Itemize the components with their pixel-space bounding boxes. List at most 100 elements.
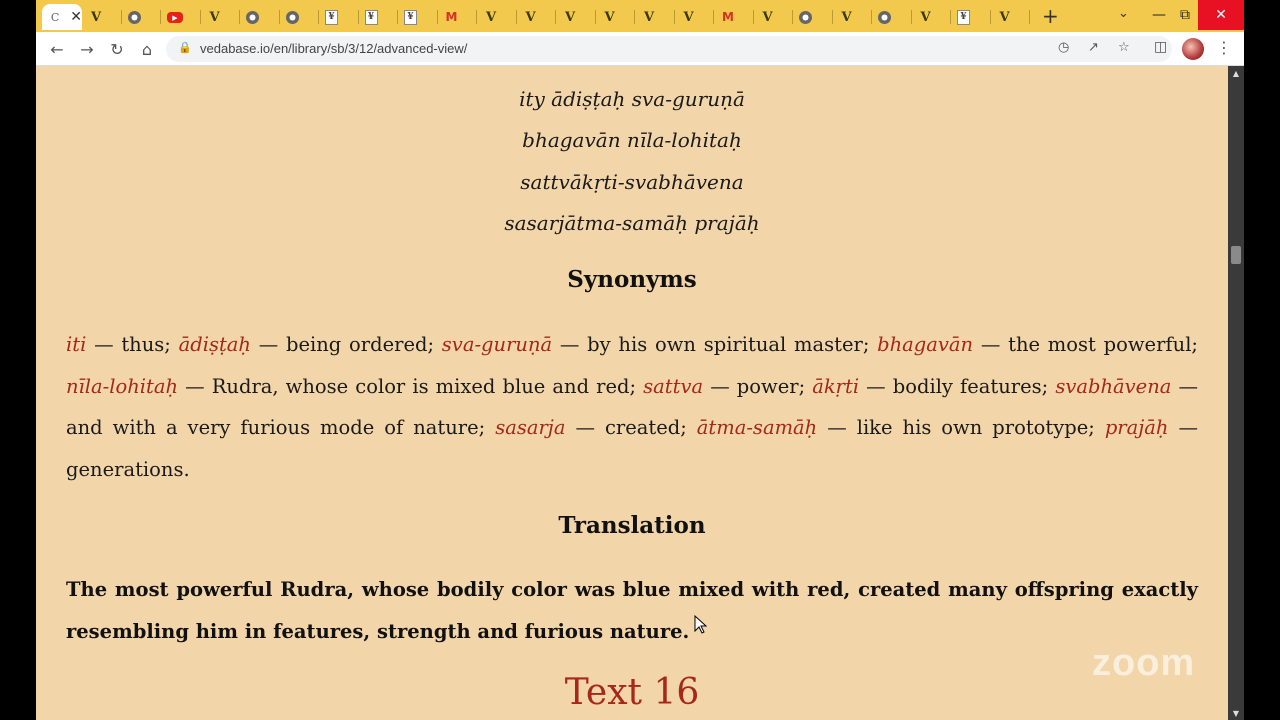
tab-9[interactable]: ¥ [398, 4, 438, 30]
verse-line: bhagavān nīla-lohitaḥ [522, 128, 742, 152]
vedabase-icon: V [841, 9, 852, 25]
home-icon[interactable]: ⌂ [136, 38, 158, 60]
tab-7[interactable]: ¥ [319, 4, 359, 30]
tab-16[interactable]: V [675, 4, 714, 30]
doc-icon: ¥ [364, 9, 378, 25]
mouse-cursor-icon [694, 615, 708, 634]
tab-6[interactable] [280, 4, 319, 30]
url-text[interactable]: vedabase.io/en/library/sb/3/12/advanced-… [200, 41, 467, 56]
tab-10[interactable]: M [438, 4, 477, 30]
vedabase-icon: V [920, 9, 931, 25]
generic-icon: C [50, 10, 60, 24]
synonym-word[interactable]: prajāḥ [1105, 416, 1169, 439]
synonym-word[interactable]: ādiṣṭaḥ [179, 333, 251, 356]
vedabase-icon: V [643, 9, 655, 25]
new-tab-button[interactable]: + [1042, 6, 1059, 26]
synonym-word[interactable]: ātma-samāḥ [697, 416, 817, 439]
tab-8[interactable]: ¥ [359, 4, 398, 30]
browser-window: C ✕ V ▶ V ¥ ¥ ¥ M V V V V V V M V V V ¥ V + ⌄ — ⧉ ✕ ← → ↻ ⌂ … [36, 0, 1244, 720]
tab-4[interactable]: V [201, 4, 240, 30]
address-bar[interactable]: 🔒 vedabase.io/en/library/sb/3/12/advance… [166, 36, 1172, 62]
vedabase-icon: V [762, 9, 773, 25]
chrome-icon [246, 10, 259, 24]
synonym-word[interactable]: sasarja [495, 416, 565, 439]
side-panel-icon[interactable]: ◫ [1154, 39, 1167, 55]
tab-19[interactable] [793, 4, 833, 30]
synonym-meaning: — bodily features; [859, 374, 1056, 398]
scrollbar-thumb[interactable] [1231, 246, 1241, 264]
doc-icon: ¥ [957, 9, 970, 25]
synonym-word[interactable]: sattva [643, 375, 703, 398]
synonym-meaning: — by his own spiritual master; [552, 333, 878, 356]
tab-24[interactable]: V [991, 4, 1030, 30]
tab-21[interactable] [872, 4, 912, 30]
synonym-word[interactable]: nīla-lohitaḥ [66, 375, 178, 398]
browser-toolbar: ← → ↻ ⌂ 🔒 vedabase.io/en/library/sb/3/12… [36, 32, 1244, 66]
lock-icon[interactable]: 🔒 [178, 41, 192, 54]
vedabase-icon: V [209, 9, 220, 25]
synonym-word[interactable]: bhagavān [877, 333, 973, 356]
zoom-watermark: zoom [1092, 642, 1196, 684]
synonyms-heading: Synonyms [567, 266, 697, 293]
vedabase-icon: V [604, 9, 615, 25]
bookmark-star-icon[interactable]: ☆ [1118, 40, 1130, 55]
share-icon[interactable]: ↗ [1088, 40, 1099, 55]
tab-22[interactable]: V [912, 4, 951, 30]
synonym-word[interactable]: svabhāvena [1055, 375, 1171, 398]
synonym-word[interactable]: sva-guruṇā [442, 333, 552, 356]
chrome-icon [285, 10, 299, 24]
chrome-icon [878, 10, 891, 24]
tab-separator [1029, 10, 1030, 24]
tab-12[interactable]: V [517, 4, 556, 30]
tab-13[interactable]: V [556, 4, 596, 30]
menu-kebab-icon[interactable]: ⋮ [1216, 38, 1232, 57]
synonym-meaning: — Rudra, whose color is mixed blue and r… [178, 374, 644, 398]
profile-avatar[interactable] [1182, 38, 1204, 60]
tab-close-icon[interactable]: ✕ [70, 9, 82, 25]
vedabase-icon: V [485, 9, 497, 25]
tab-2[interactable] [122, 4, 161, 30]
vedabase-icon: V [525, 9, 536, 25]
synonym-meaning: — power; [703, 374, 813, 398]
youtube-icon: ▶ [167, 11, 183, 23]
synonym-meaning: — like his own prototype; [817, 416, 1105, 439]
verse-line: sattvākṛti-svabhāvena [520, 170, 744, 194]
page-content: ity ādiṣṭaḥ sva-guruṇā bhagavān nīla-loh… [36, 66, 1228, 720]
tab-11[interactable]: V [477, 4, 517, 30]
tab-17[interactable]: M [714, 4, 754, 30]
scroll-down-icon[interactable]: ▼ [1228, 706, 1244, 720]
back-arrow-icon[interactable]: ← [46, 38, 68, 60]
tab-search-chevron-icon[interactable]: ⌄ [1118, 6, 1129, 21]
scroll-up-icon[interactable]: ▲ [1228, 66, 1244, 80]
tab-3[interactable]: ▶ [161, 4, 201, 30]
synonym-meaning: — being ordered; [250, 333, 442, 356]
forward-arrow-icon[interactable]: → [76, 38, 98, 60]
performance-icon[interactable]: ◷ [1058, 40, 1069, 55]
tab-23[interactable]: ¥ [951, 4, 991, 30]
gmail-icon: M [722, 10, 734, 24]
tab-20[interactable]: V [833, 4, 872, 30]
tab-15[interactable]: V [635, 4, 675, 30]
doc-icon: ¥ [404, 9, 417, 25]
tab-14[interactable]: V [596, 4, 635, 30]
synonym-word[interactable]: ākṛti [812, 375, 859, 398]
tab-0[interactable]: C ✕ [42, 4, 82, 30]
gmail-icon: M [445, 10, 458, 24]
synonym-meaning: — created; [565, 416, 697, 439]
synonym-word[interactable]: iti [66, 333, 86, 356]
next-text-heading[interactable]: Text 16 [36, 672, 1228, 713]
translation-heading: Translation [558, 512, 706, 539]
chrome-icon [127, 10, 141, 24]
tab-18[interactable]: V [754, 4, 793, 30]
verse-line: sasarjātma-samāḥ prajāḥ [504, 211, 760, 235]
close-window-button[interactable]: ✕ [1198, 0, 1244, 30]
vertical-scrollbar[interactable]: ▲ ▼ [1228, 66, 1244, 720]
tab-1[interactable]: V [82, 4, 122, 30]
tab-strip: C ✕ V ▶ V ¥ ¥ ¥ M V V V V V V M V V V ¥ V + ⌄ — ⧉ ✕ [36, 0, 1244, 32]
tab-5[interactable] [240, 4, 280, 30]
vedabase-icon: V [90, 9, 102, 25]
vedabase-icon: V [683, 9, 694, 25]
reload-icon[interactable]: ↻ [106, 38, 128, 60]
synonym-meaning: — the most powerful; [973, 333, 1198, 356]
translation-text: The most powerful Rudra, whose bodily co… [66, 578, 1198, 643]
